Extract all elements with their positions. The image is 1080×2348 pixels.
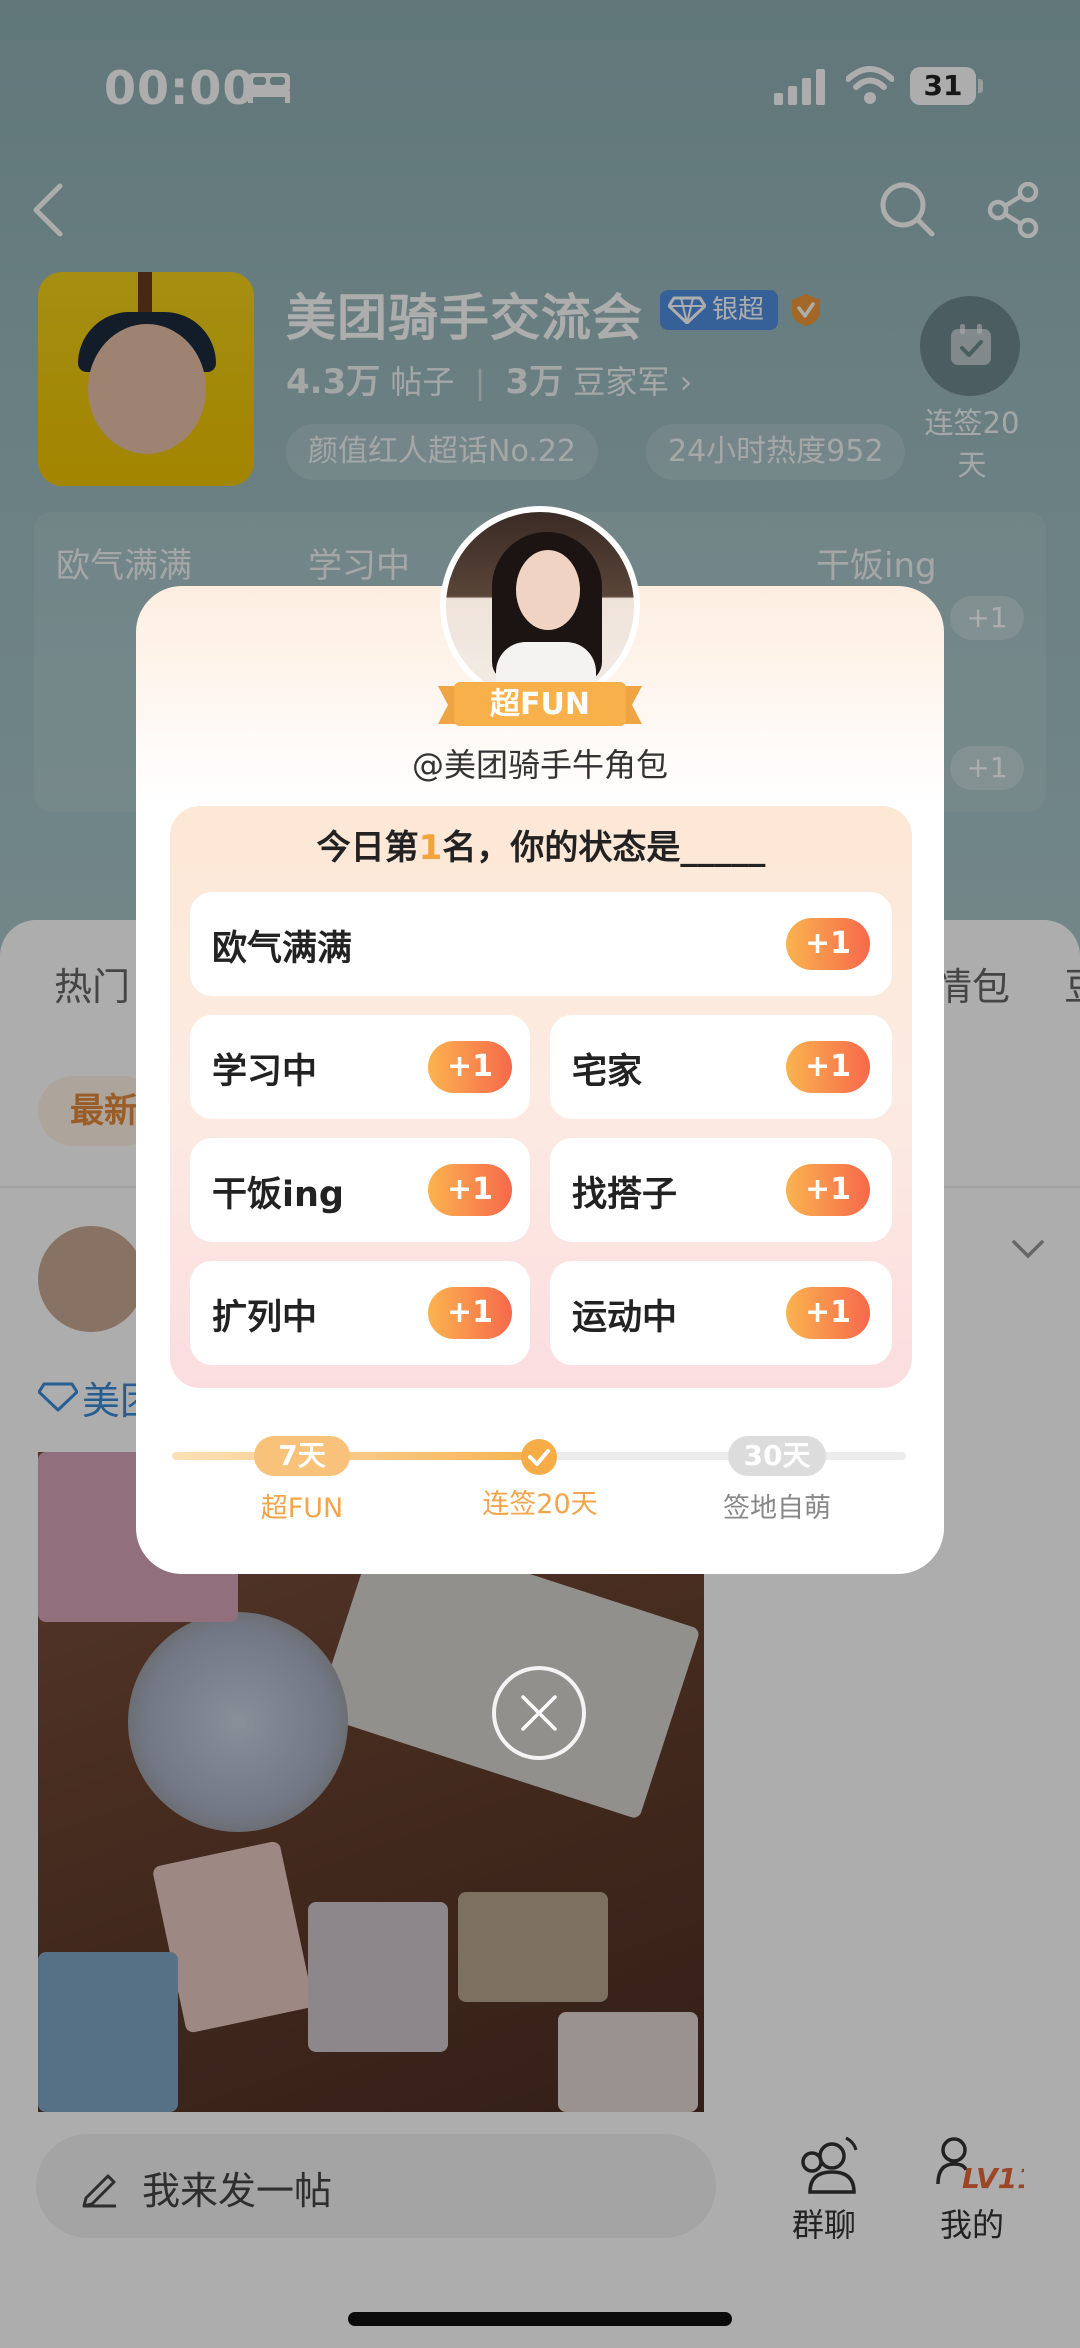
plus-one-button[interactable]: +1 bbox=[786, 918, 870, 970]
plus-one-button[interactable]: +1 bbox=[786, 1287, 870, 1339]
status-option-label: 干饭ing bbox=[212, 1175, 344, 1215]
plus-one-button[interactable]: +1 bbox=[428, 1287, 512, 1339]
modal-username: @美团骑手牛角包 bbox=[411, 746, 668, 784]
milestone-label: 签地自萌 bbox=[723, 1493, 831, 1524]
prompt-after: 名，你的状态是_____ bbox=[442, 828, 766, 868]
status-option[interactable]: 扩列中 +1 bbox=[190, 1261, 530, 1365]
status-option[interactable]: 运动中 +1 bbox=[550, 1261, 892, 1365]
milestone-label: 超FUN bbox=[260, 1493, 344, 1524]
status-option[interactable]: 欧气满满 +1 bbox=[190, 892, 892, 996]
status-option-label: 欧气满满 bbox=[212, 929, 353, 969]
status-option[interactable]: 干饭ing +1 bbox=[190, 1138, 530, 1242]
milestone-pill: 30天 bbox=[728, 1436, 826, 1476]
avatar-face bbox=[516, 550, 580, 630]
plus-one-button[interactable]: +1 bbox=[786, 1041, 870, 1093]
check-circle-icon bbox=[521, 1439, 557, 1475]
status-option[interactable]: 找搭子 +1 bbox=[550, 1138, 892, 1242]
milestone-label: 连签20天 bbox=[482, 1489, 598, 1520]
status-option-label: 运动中 bbox=[572, 1298, 678, 1338]
panel-prompt: 今日第1名，你的状态是_____ bbox=[170, 820, 912, 869]
prompt-before: 今日第 bbox=[316, 828, 419, 868]
plus-one-button[interactable]: +1 bbox=[428, 1041, 512, 1093]
status-option-label: 学习中 bbox=[212, 1052, 318, 1092]
status-option-label: 找搭子 bbox=[572, 1175, 678, 1215]
plus-one-button[interactable]: +1 bbox=[428, 1164, 512, 1216]
status-option[interactable]: 宅家 +1 bbox=[550, 1015, 892, 1119]
user-avatar bbox=[440, 506, 640, 706]
status-option-label: 宅家 bbox=[572, 1052, 643, 1092]
plus-one-button[interactable]: +1 bbox=[786, 1164, 870, 1216]
ribbon-label: 超FUN bbox=[490, 687, 590, 722]
rank-number: 1 bbox=[418, 828, 443, 868]
status-option-label: 扩列中 bbox=[212, 1298, 318, 1338]
close-icon bbox=[521, 1695, 557, 1731]
milestone-pill: 7天 bbox=[254, 1436, 350, 1476]
streak-progress-fill bbox=[172, 1452, 539, 1460]
status-option[interactable]: 学习中 +1 bbox=[190, 1015, 530, 1119]
close-button[interactable] bbox=[492, 1666, 586, 1760]
